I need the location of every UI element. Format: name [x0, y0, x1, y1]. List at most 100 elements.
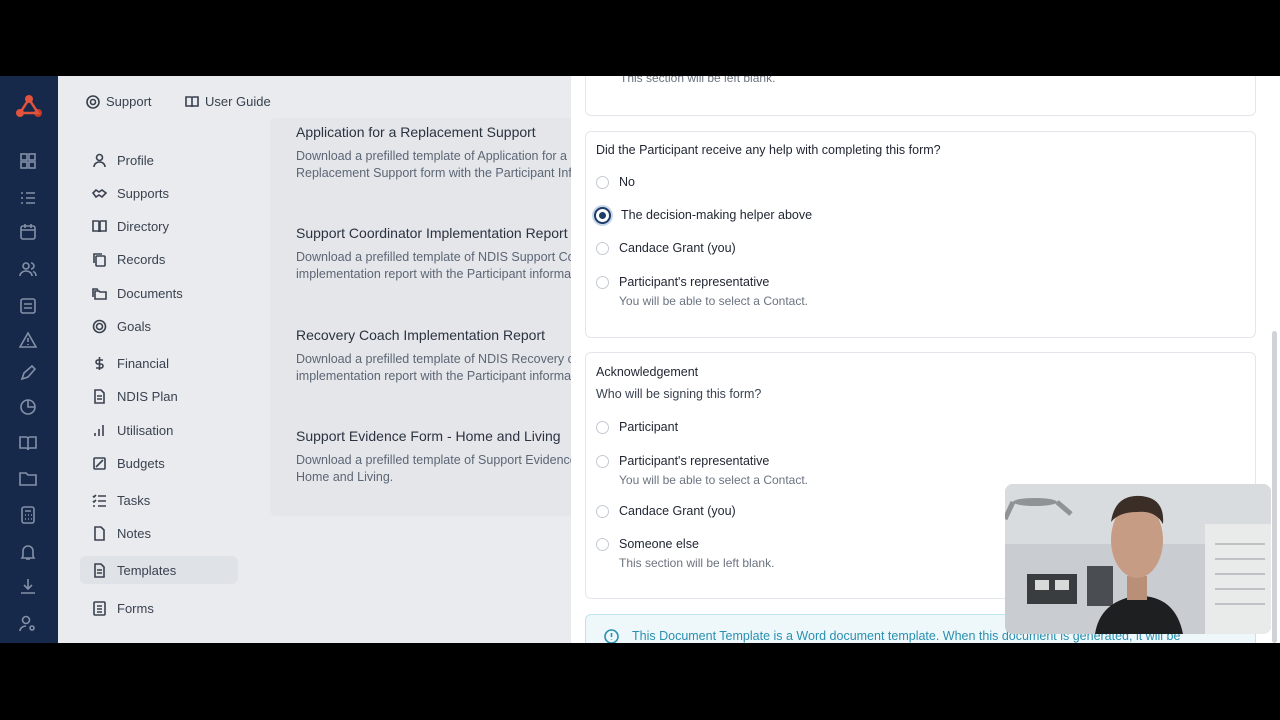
template-card[interactable]: Support Coordinator Implementation Repor… — [296, 225, 571, 283]
checklist-icon — [92, 493, 106, 507]
form-icon — [93, 600, 106, 616]
sidebar-item-budgets[interactable]: Budgets — [80, 449, 238, 477]
sidebar-item-label: Utilisation — [117, 422, 174, 438]
sidebar-item-directory[interactable]: Directory — [80, 212, 238, 240]
document-icon — [94, 388, 105, 404]
webcam-overlay — [1005, 484, 1271, 634]
sidebar-item-documents[interactable]: Documents — [80, 279, 238, 307]
dollar-icon — [95, 356, 104, 370]
template-description: Download a prefilled template of NDIS Su… — [296, 250, 571, 281]
info-icon — [604, 629, 619, 643]
sidebar-item-label: Templates — [117, 562, 177, 578]
option-label: No — [619, 175, 635, 189]
sidebar-item-label: Goals — [117, 318, 151, 334]
app-logo-icon[interactable] — [14, 93, 44, 119]
form-list-icon[interactable] — [19, 297, 37, 315]
radio-button[interactable] — [596, 505, 609, 518]
calendar-icon[interactable] — [19, 223, 37, 241]
option-sublabel: You will be able to select a Contact. — [619, 473, 809, 487]
user-settings-icon[interactable] — [19, 614, 37, 632]
sidebar-item-label: Records — [117, 251, 166, 267]
presenter-video — [1005, 484, 1271, 634]
radio-button[interactable] — [596, 538, 609, 551]
pie-chart-icon[interactable] — [19, 398, 37, 416]
option-label: Candace Grant (you) — [619, 241, 736, 255]
sidebar-item-label: Supports — [117, 185, 170, 201]
radio-button[interactable] — [596, 176, 609, 189]
template-card[interactable]: Recovery Coach Implementation Report Dow… — [296, 327, 571, 385]
ack-option-someone-else[interactable]: Someone else This section will be left bl… — [596, 537, 774, 570]
download-icon[interactable] — [19, 577, 37, 595]
user-guide-button[interactable]: User Guide — [185, 94, 271, 109]
sidebar-item-financial[interactable]: Financial — [80, 349, 238, 377]
copy-icon — [93, 252, 106, 267]
sidebar-item-supports[interactable]: Supports — [80, 179, 238, 207]
sidebar-item-tasks[interactable]: Tasks — [80, 486, 238, 514]
template-card[interactable]: Application for a Replacement Support Do… — [296, 124, 571, 182]
ack-option-candace[interactable]: Candace Grant (you) — [596, 504, 736, 518]
list-icon[interactable] — [19, 189, 37, 207]
sidebar-item-label: Budgets — [117, 455, 165, 471]
radio-button[interactable] — [596, 242, 609, 255]
warning-icon[interactable] — [18, 331, 38, 349]
book-open-icon[interactable] — [19, 434, 37, 452]
scrollbar[interactable] — [1272, 331, 1277, 643]
help-section: Did the Participant receive any help wit… — [585, 131, 1256, 338]
calculator-icon[interactable] — [19, 506, 37, 524]
sidebar-item-goals[interactable]: Goals — [80, 312, 238, 340]
acknowledgement-title: Acknowledgement — [596, 365, 699, 379]
ack-option-representative[interactable]: Participant's representative You will be … — [596, 454, 808, 487]
sidebar-item-notes[interactable]: Notes — [80, 519, 238, 547]
sidebar-item-label: Tasks — [117, 492, 151, 508]
sidebar-item-profile[interactable]: Profile — [80, 146, 238, 174]
help-option-representative[interactable]: Participant's representative You will be … — [596, 275, 808, 308]
option-label: The decision-making helper above — [621, 208, 813, 222]
handshake-icon — [92, 188, 107, 198]
help-question: Did the Participant receive any help wit… — [596, 143, 941, 157]
template-title: Support Coordinator Implementation Repor… — [296, 225, 568, 241]
user-guide-label: User Guide — [205, 94, 271, 109]
sidebar-item-label: Directory — [117, 218, 170, 234]
note-icon — [94, 525, 105, 541]
sidebar-item-utilisation[interactable]: Utilisation — [80, 416, 238, 444]
template-title: Support Evidence Form - Home and Living — [296, 428, 561, 444]
budget-icon — [93, 456, 106, 470]
sidebar-item-label: Financial — [117, 355, 170, 371]
acknowledgement-question: Who will be signing this form? — [596, 387, 762, 401]
sidebar-item-ndis-plan[interactable]: NDIS Plan — [80, 382, 238, 410]
help-option-no[interactable]: No — [596, 175, 635, 189]
option-label: Candace Grant (you) — [619, 504, 736, 518]
sidebar-item-label: Forms — [117, 600, 154, 616]
folder-icon[interactable] — [19, 469, 37, 487]
help-option-candace[interactable]: Candace Grant (you) — [596, 241, 736, 255]
sidebar-item-forms[interactable]: Forms — [80, 594, 238, 622]
participant-page: Support User Guide Profile Supports Dire… — [58, 76, 571, 643]
sidebar-item-label: Documents — [117, 285, 183, 301]
support-label: Support — [106, 94, 152, 109]
radio-button[interactable] — [596, 455, 609, 468]
dashboard-icon[interactable] — [19, 152, 37, 170]
support-button[interactable]: Support — [86, 94, 152, 109]
book-icon — [92, 219, 107, 232]
template-description: Download a prefilled template of Applica… — [296, 149, 571, 180]
previous-section: This section will be left blank. — [585, 76, 1256, 116]
folders-icon — [92, 287, 107, 300]
pen-icon[interactable] — [19, 364, 37, 382]
template-card[interactable]: Support Evidence Form - Home and Living … — [296, 428, 571, 486]
bell-icon[interactable] — [19, 543, 37, 561]
help-option-decision-helper[interactable]: The decision-making helper above — [594, 207, 813, 224]
sidebar-item-records[interactable]: Records — [80, 245, 238, 273]
option-sublabel: You will be able to select a Contact. — [619, 294, 809, 308]
template-title: Recovery Coach Implementation Report — [296, 327, 546, 343]
template-icon — [94, 562, 105, 578]
template-description: Download a prefilled template of Support… — [296, 453, 571, 484]
template-title: Application for a Replacement Support — [296, 124, 536, 140]
ack-option-participant[interactable]: Participant — [596, 420, 678, 434]
radio-button[interactable] — [596, 421, 609, 434]
radio-button-selected[interactable] — [594, 207, 611, 224]
sidebar-item-templates[interactable]: Templates — [80, 556, 238, 584]
target-icon — [92, 319, 107, 333]
participants-icon[interactable] — [19, 260, 37, 278]
template-description: Download a prefilled template of NDIS Re… — [296, 352, 571, 383]
radio-button[interactable] — [596, 276, 609, 289]
